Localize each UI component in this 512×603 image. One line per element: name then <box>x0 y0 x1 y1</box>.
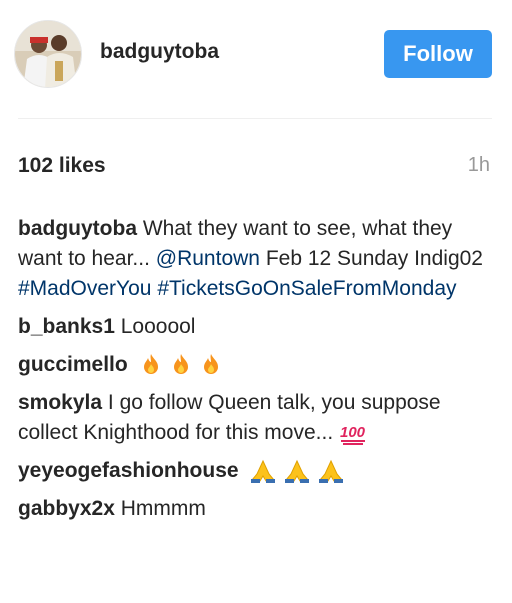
comment-text: Loooool <box>120 315 196 338</box>
comment-item: b_banks1 Loooool <box>18 312 498 342</box>
post-header: badguytoba Follow <box>0 0 512 112</box>
avatar-image <box>15 21 81 87</box>
comment-item: gabbyx2x Hmmmm <box>18 494 498 524</box>
hashtag-link[interactable]: #MadOverYou <box>18 277 151 300</box>
praying-hands-emoji-group <box>248 458 346 484</box>
fire-icon <box>173 354 188 375</box>
fire-emoji-group <box>138 352 224 378</box>
praying-hands-icon <box>251 460 276 484</box>
praying-hands-icon <box>319 460 344 484</box>
mention-link[interactable]: @Runtown <box>156 247 260 270</box>
comment-username[interactable]: gabbyx2x <box>18 497 115 520</box>
divider <box>18 118 492 119</box>
praying-hands-icon <box>285 460 310 484</box>
comment-username[interactable]: guccimello <box>18 353 128 376</box>
likes-count[interactable]: 102 likes <box>18 154 106 178</box>
hashtag-link[interactable]: #TicketsGoOnSaleFromMonday <box>157 277 456 300</box>
fire-icon <box>203 354 218 375</box>
comment-item: guccimello <box>18 350 498 380</box>
comment-username[interactable]: smokyla <box>18 391 102 414</box>
svg-text:100: 100 <box>340 424 366 441</box>
comment-username[interactable]: yeyeogefashionhouse <box>18 459 239 482</box>
comment-item: yeyeogefashionhouse <box>18 456 498 486</box>
caption-text-part-2: Feb 12 Sunday Indig02 <box>265 247 483 270</box>
caption: badguytoba What they want to see, what t… <box>18 214 498 304</box>
comment-text: Hmmmm <box>120 497 206 520</box>
comments-list: badguytoba What they want to see, what t… <box>18 214 498 532</box>
post-timestamp: 1h <box>467 154 490 176</box>
post-author-username[interactable]: badguytoba <box>100 40 219 64</box>
avatar[interactable] <box>14 20 82 88</box>
comment-item: smokyla I go follow Queen talk, you supp… <box>18 388 498 448</box>
follow-button[interactable]: Follow <box>384 30 492 78</box>
hundred-points-icon: 100 <box>340 424 366 446</box>
fire-icon <box>143 354 158 375</box>
caption-username[interactable]: badguytoba <box>18 217 137 240</box>
comment-username[interactable]: b_banks1 <box>18 315 115 338</box>
